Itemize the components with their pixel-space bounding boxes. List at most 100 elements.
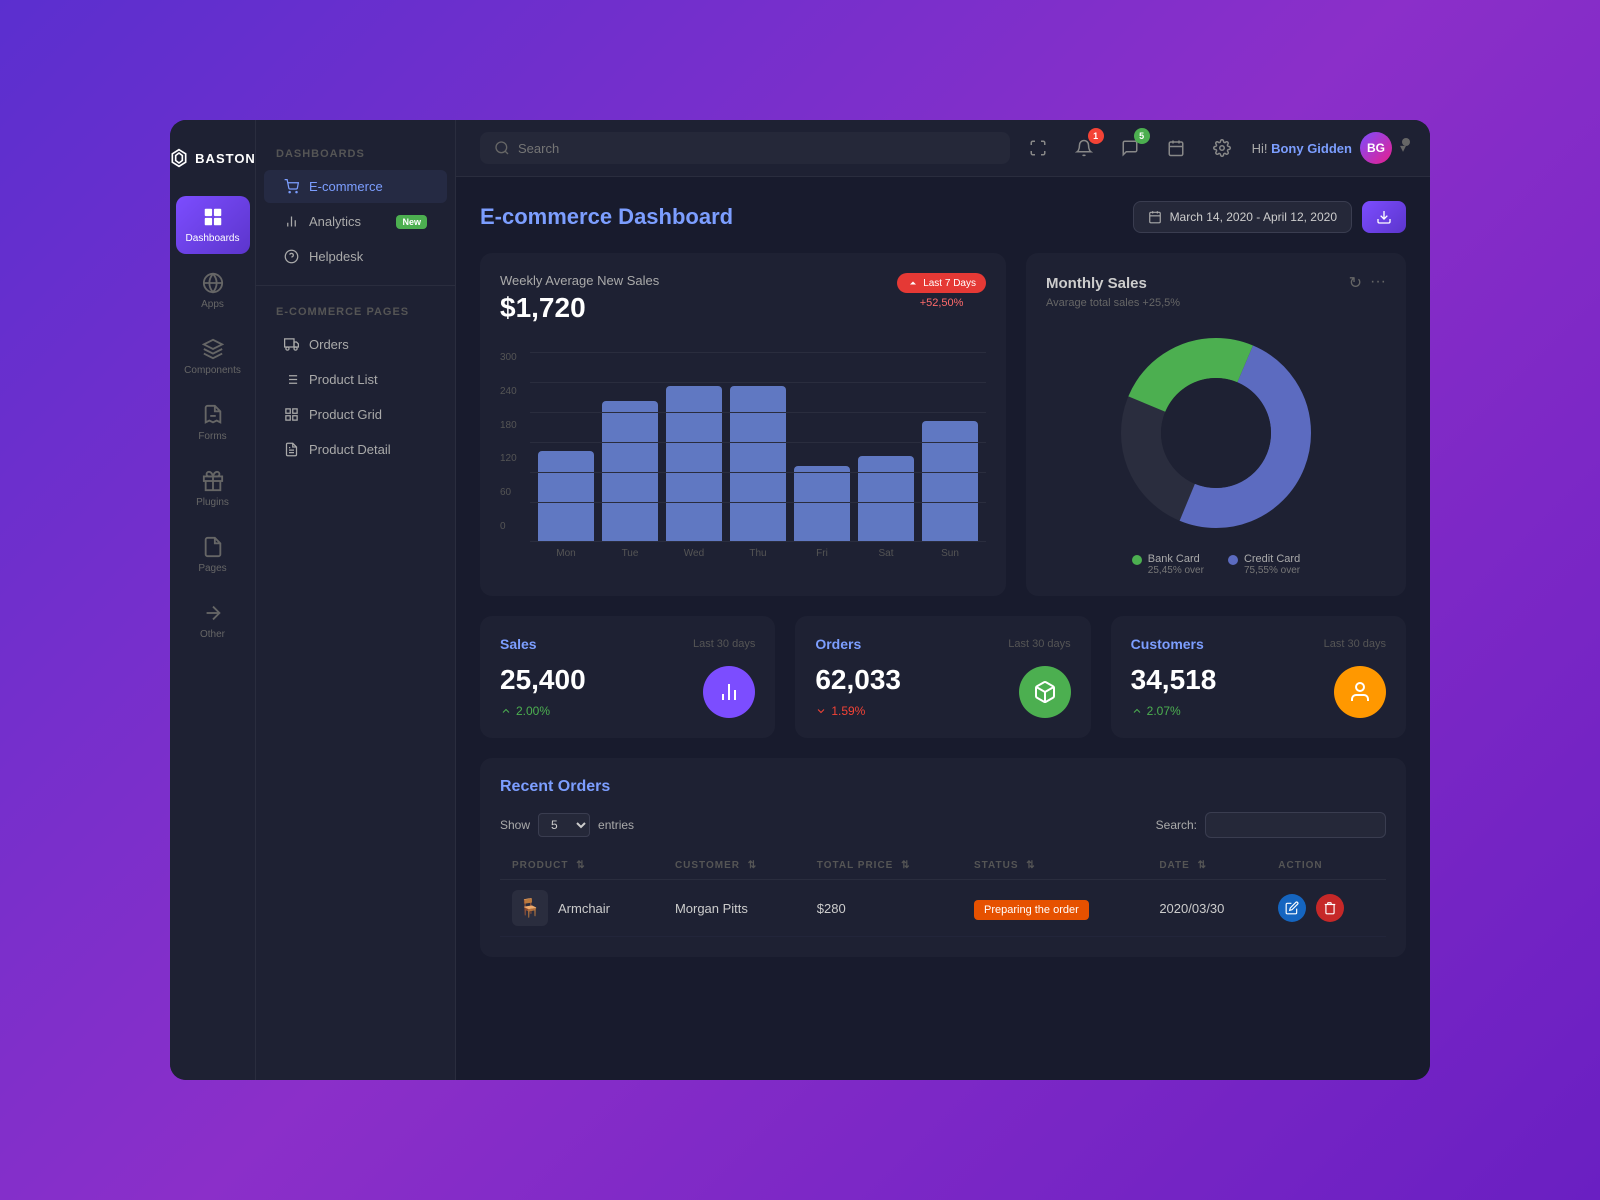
monthly-sales-title: Monthly Sales (1046, 275, 1147, 292)
stat-customers-card: Customers Last 30 days 34,518 2.07% (1111, 616, 1406, 738)
sidebar-components-label: Components (184, 365, 241, 376)
donut-actions: ↻ ··· (1349, 273, 1386, 293)
monthly-sales-subtitle: Avarage total sales +25,5% (1046, 297, 1386, 309)
donut-chart-svg (1116, 333, 1316, 533)
bar-chart-labels: Mon Tue Wed Thu Fri Sat Sun (530, 542, 986, 559)
stat-orders-label: Orders (815, 636, 861, 652)
sidebar-item-forms[interactable]: Forms (176, 394, 250, 452)
sort-date-icon[interactable]: ⇅ (1198, 860, 1207, 871)
table-header-row: PRODUCT ⇅ CUSTOMER ⇅ TOTAL PRICE ⇅ (500, 852, 1386, 880)
stat-sales-period: Last 30 days (693, 638, 755, 650)
bar-sat-rect (858, 456, 914, 541)
avatar: BG (1360, 132, 1392, 164)
status-badge: Preparing the order (974, 900, 1089, 920)
badge-days-label: Last 7 Days (923, 278, 976, 289)
brand-logo: BASTON (170, 140, 256, 188)
stat-customers-change: 2.07% (1131, 704, 1217, 718)
sort-price-icon[interactable]: ⇅ (901, 860, 910, 871)
settings-btn[interactable] (1206, 132, 1238, 164)
notifications-btn[interactable]: 1 (1068, 132, 1100, 164)
messages-btn[interactable]: 5 (1114, 132, 1146, 164)
bar-sun (922, 421, 978, 541)
sort-status-icon[interactable]: ⇅ (1026, 860, 1035, 871)
label-tue: Tue (602, 548, 658, 559)
stat-sales-header: Sales Last 30 days (500, 636, 755, 652)
nav-item-ecommerce[interactable]: E-commerce (264, 170, 447, 203)
user-info[interactable]: Hi! Bony Gidden BG ▾ (1252, 132, 1406, 164)
col-date-label: DATE (1159, 860, 1189, 871)
stat-sales-label: Sales (500, 636, 537, 652)
box-icon (1033, 680, 1057, 704)
notifications-badge: 1 (1088, 128, 1104, 144)
delete-button[interactable] (1316, 894, 1344, 922)
col-status-label: STATUS (974, 860, 1019, 871)
stat-customers-value: 34,518 (1131, 664, 1217, 696)
stat-customers-header: Customers Last 30 days (1131, 636, 1386, 652)
edit-button[interactable] (1278, 894, 1306, 922)
nav-item-product-list[interactable]: Product List (264, 363, 447, 396)
donut-legend: Bank Card 25,45% over Credit Card 75,55%… (1046, 553, 1386, 576)
nav-section-dashboards: Dashboards (256, 140, 455, 168)
fullscreen-btn[interactable] (1022, 132, 1054, 164)
nav-item-product-detail[interactable]: Product Detail (264, 433, 447, 466)
entries-label: entries (598, 818, 634, 832)
col-product-label: PRODUCT (512, 860, 568, 871)
calendar-btn[interactable] (1160, 132, 1192, 164)
bar-wed-rect (666, 386, 722, 541)
nav-product-grid-label: Product Grid (309, 407, 382, 422)
stat-orders-period: Last 30 days (1008, 638, 1070, 650)
table-search-input[interactable] (1205, 812, 1386, 838)
sidebar-item-apps[interactable]: Apps (176, 262, 250, 320)
refresh-icon[interactable]: ↻ (1349, 273, 1362, 293)
stat-customers-pct: 2.07% (1147, 704, 1181, 718)
bar-mon-rect (538, 451, 594, 541)
col-price: TOTAL PRICE ⇅ (805, 852, 962, 880)
sidebar-other-label: Other (200, 629, 225, 640)
search-bar[interactable] (480, 132, 1010, 164)
header: 1 5 (456, 120, 1430, 177)
nav-item-orders[interactable]: Orders (264, 328, 447, 361)
sidebar-item-components[interactable]: Components (176, 328, 250, 386)
stat-sales-pct: 2.00% (516, 704, 550, 718)
sidebar-item-dashboards[interactable]: Dashboards (176, 196, 250, 254)
product-name: Armchair (558, 901, 610, 916)
nav-item-product-grid[interactable]: Product Grid (264, 398, 447, 431)
cell-action (1266, 880, 1386, 937)
icon-sidebar: BASTON Dashboards Apps (170, 120, 256, 1080)
entries-select[interactable]: 5 10 25 (538, 813, 590, 837)
last-days-badge: Last 7 Days (897, 273, 986, 293)
cell-status: Preparing the order (962, 880, 1147, 937)
donut-chart-container (1046, 333, 1386, 533)
user-name: Bony Gidden (1271, 141, 1352, 156)
sidebar-item-other[interactable]: Other (176, 592, 250, 650)
more-icon[interactable]: ··· (1370, 273, 1386, 293)
sidebar-item-pages[interactable]: Pages (176, 526, 250, 584)
label-fri: Fri (794, 548, 850, 559)
search-label: Search: (1156, 818, 1197, 832)
nav-analytics-label: Analytics (309, 214, 361, 229)
nav-item-analytics[interactable]: Analytics New (264, 205, 447, 238)
cell-product: 🪑 Armchair (500, 880, 663, 937)
search-input[interactable] (518, 141, 996, 156)
sort-product-icon[interactable]: ⇅ (576, 860, 585, 871)
page-title: E-commerce Dashboard (480, 204, 733, 230)
date-range-label: March 14, 2020 - April 12, 2020 (1170, 210, 1337, 224)
col-date: DATE ⇅ (1147, 852, 1266, 880)
label-wed: Wed (666, 548, 722, 559)
col-customer: CUSTOMER ⇅ (663, 852, 805, 880)
date-range-button[interactable]: March 14, 2020 - April 12, 2020 (1133, 201, 1352, 233)
cell-date: 2020/03/30 (1147, 880, 1266, 937)
table-row: 🪑 Armchair Morgan Pitts $280 Preparing t… (500, 880, 1386, 937)
weekly-sales-card: Weekly Average New Sales $1,720 Last 7 D… (480, 253, 1006, 596)
nav-helpdesk-label: Helpdesk (309, 249, 363, 264)
sort-customer-icon[interactable]: ⇅ (748, 860, 757, 871)
analytics-new-badge: New (396, 215, 427, 229)
sidebar-plugins-label: Plugins (196, 497, 229, 508)
download-button[interactable] (1362, 201, 1406, 233)
customers-icon-circle (1334, 666, 1386, 718)
nav-item-helpdesk[interactable]: Helpdesk (264, 240, 447, 273)
sidebar-item-plugins[interactable]: Plugins (176, 460, 250, 518)
bank-card-label: Bank Card (1148, 553, 1204, 565)
stats-row: Sales Last 30 days 25,400 2.00% (480, 616, 1406, 738)
stat-customers-period: Last 30 days (1324, 638, 1386, 650)
